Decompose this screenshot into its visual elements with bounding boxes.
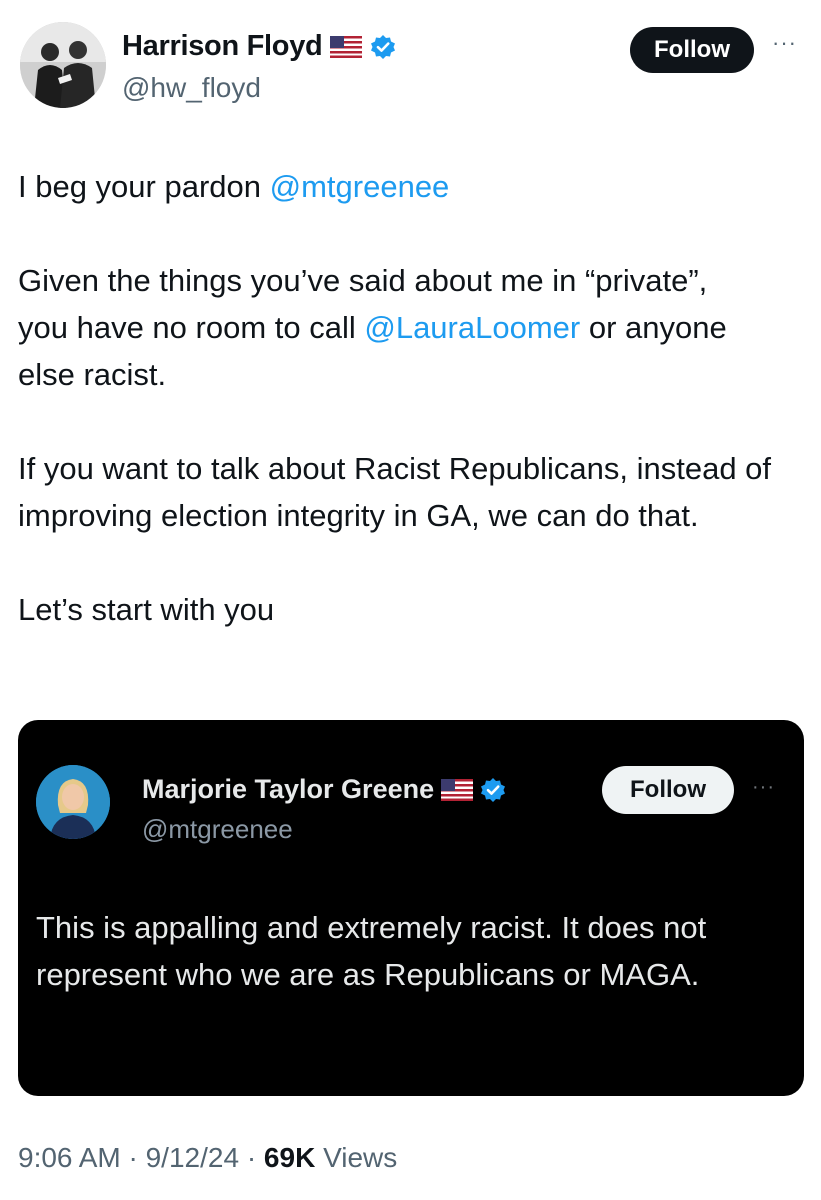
quoted-author-avatar[interactable] [36, 765, 110, 839]
tweet-text-span: I beg your pardon [18, 169, 270, 204]
quoted-tweet-text: This is appalling and extremely racist. … [36, 910, 707, 992]
author-avatar[interactable] [20, 22, 106, 108]
quoted-follow-button[interactable]: Follow [602, 766, 734, 814]
more-options-icon[interactable]: ··· [772, 30, 797, 56]
follow-button[interactable]: Follow [630, 27, 754, 73]
tweet-text-span: or anyone [580, 310, 727, 345]
tweet-text: I beg your pardon @mtgreenee Given the t… [18, 163, 808, 633]
verified-badge-icon [480, 777, 506, 803]
tweet-text-span: Given the things you’ve said about me in… [18, 263, 708, 298]
us-flag-icon [330, 35, 363, 58]
views-label: Views [315, 1142, 398, 1173]
verified-badge-icon [370, 34, 396, 60]
author-name-row: Harrison Floyd [122, 30, 396, 63]
quoted-author-display-name[interactable]: Marjorie Taylor Greene [142, 774, 434, 805]
quoted-tweet-card[interactable]: Marjorie Taylor Greene @mtgreenee Follow… [18, 720, 804, 1096]
tweet-paragraph-4: Let’s start with you [18, 592, 275, 627]
quoted-author-handle[interactable]: @mtgreenee [142, 814, 293, 845]
mention-link-lauraloomer[interactable]: @LauraLoomer [364, 310, 580, 345]
tweet-paragraph-2: Given the things you’ve said about me in… [18, 257, 808, 398]
quoted-more-options-icon[interactable]: ··· [752, 776, 775, 799]
tweet-timestamp[interactable]: 9:06 AM · 9/12/24 · [18, 1142, 264, 1173]
author-display-name[interactable]: Harrison Floyd [122, 30, 323, 63]
quoted-avatar-photo [36, 765, 110, 839]
us-flag-icon [441, 778, 474, 801]
tweet-text-span: you have no room to call [18, 310, 365, 345]
tweet-text-span: else racist. [18, 357, 167, 392]
views-count: 69K [263, 1142, 316, 1173]
tweet-meta: 9:06 AM · 9/12/24 · 69K Views [18, 1142, 397, 1174]
avatar-photo [20, 22, 106, 108]
tweet-paragraph-3: If you want to talk about Racist Republi… [18, 451, 772, 533]
tweet-paragraph-1: I beg your pardon @mtgreenee [18, 163, 808, 210]
mention-link-mtgreenee[interactable]: @mtgreenee [270, 169, 450, 204]
quoted-author-name-row: Marjorie Taylor Greene [142, 774, 506, 805]
author-handle[interactable]: @hw_floyd [122, 72, 261, 104]
